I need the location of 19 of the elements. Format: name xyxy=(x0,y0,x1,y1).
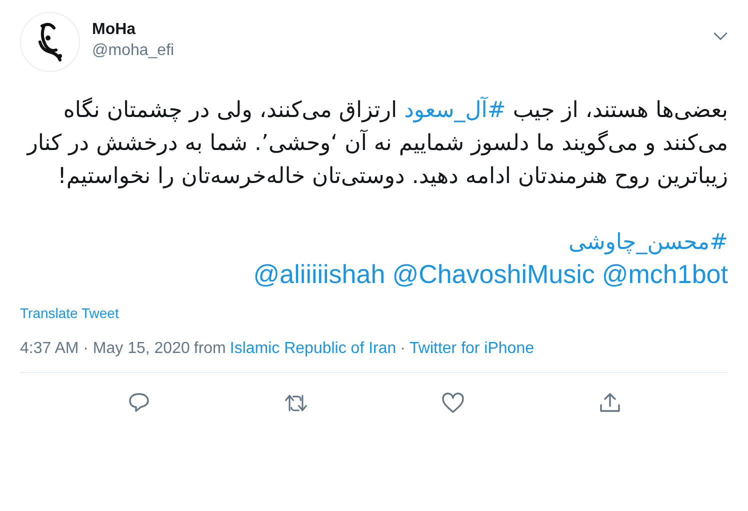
author-name[interactable]: MoHa xyxy=(92,21,136,39)
mention-link[interactable]: @aliiiiishah xyxy=(253,259,386,289)
like-icon[interactable] xyxy=(440,391,464,415)
separator: · xyxy=(400,340,406,358)
timestamp: 4:37 AM · May 15, 2020 xyxy=(20,340,190,358)
avatar-icon[interactable] xyxy=(20,12,80,72)
translate-link[interactable]: Translate Tweet xyxy=(20,305,119,321)
from-label: from xyxy=(194,340,226,358)
hashtag-link[interactable]: #آل_سعود xyxy=(404,98,506,123)
mention-link[interactable]: @ChavoshiMusic xyxy=(392,259,595,289)
author-handle[interactable]: @moha_efi xyxy=(92,42,174,60)
share-icon[interactable] xyxy=(598,391,622,415)
tweet-text: بعضی‌ها هستند، از جیب #آل_سعود ارتزاق می‌کنند، ولی در چشمتان نگاه می‌کنند و می‌گویند ما دلسوز شماییم نه آن ‘وحشی’. شما به درخشش در کنار زیباترین روح هنرمندتان ادامه دهید. دوستی‌تان خاله‌خرسه‌تان را نخواستیم! xyxy=(25,96,728,191)
mention-link[interactable]: @mch1bot xyxy=(602,259,728,289)
location-link[interactable]: Islamic Republic of Iran xyxy=(230,340,396,358)
reply-icon[interactable] xyxy=(126,391,150,415)
hashtag-link[interactable]: #محسن_چاوشی xyxy=(568,227,728,259)
caret-icon[interactable] xyxy=(713,32,728,41)
source-link[interactable]: Twitter for iPhone xyxy=(410,340,534,358)
